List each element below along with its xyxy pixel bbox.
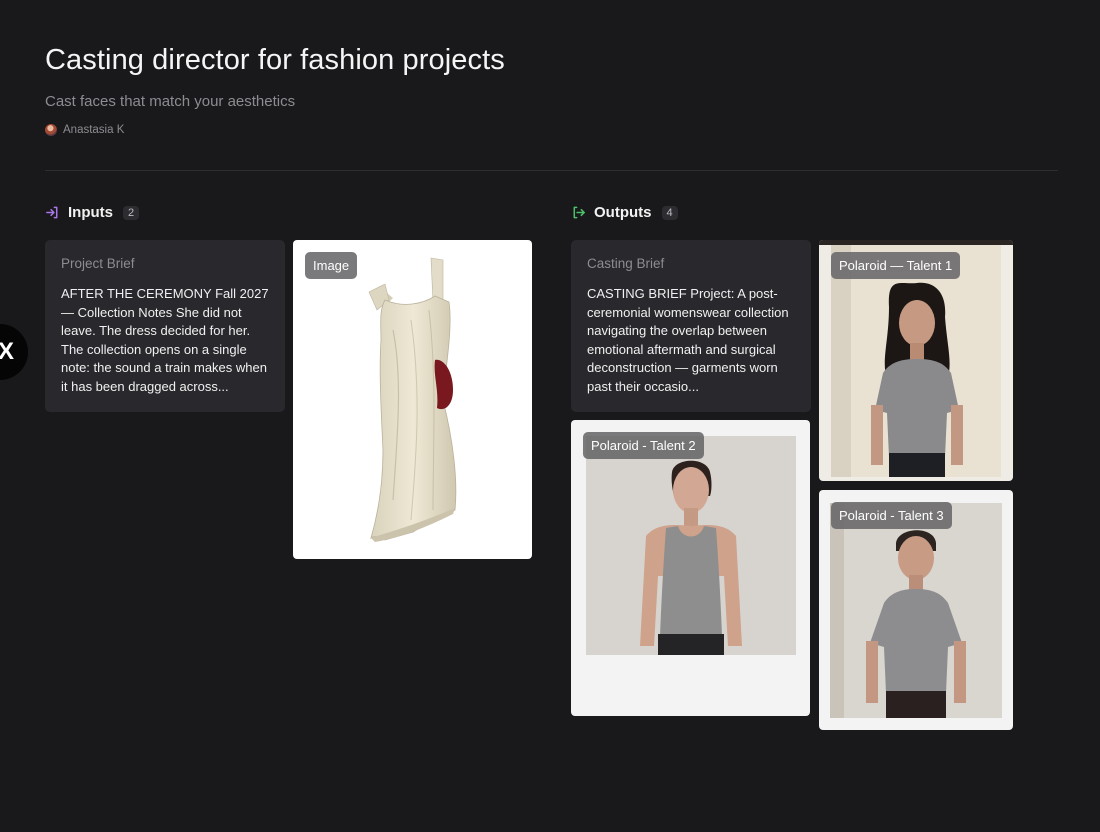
talent-3-photo xyxy=(830,503,1002,718)
dress-image xyxy=(368,257,457,542)
talent-2-card[interactable]: Polaroid - Talent 2 xyxy=(571,420,810,716)
inputs-title: Inputs xyxy=(68,204,113,221)
talent-1-card[interactable]: Polaroid — Talent 1 xyxy=(819,240,1013,481)
author-name: Anastasia K xyxy=(63,124,125,136)
inputs-count-badge: 2 xyxy=(123,205,140,220)
page-subtitle: Cast faces that match your aesthetics xyxy=(45,93,296,110)
image-label-chip: Image xyxy=(305,252,358,279)
page-title: Casting director for fashion projects xyxy=(45,44,505,76)
talent-2-photo xyxy=(586,436,796,655)
side-panel-toggle-button[interactable]: X xyxy=(0,324,28,380)
input-image-card[interactable]: Image xyxy=(293,240,532,559)
card-body-text: AFTER THE CEREMONY Fall 2027 — Collectio… xyxy=(61,286,269,394)
casting-brief-card[interactable]: Casting Brief CASTING BRIEF Project: A p… xyxy=(571,240,811,412)
outputs-title: Outputs xyxy=(594,204,652,221)
card-body-text: CASTING BRIEF Project: A post-ceremonial… xyxy=(587,286,789,394)
avatar xyxy=(45,124,57,136)
divider xyxy=(45,170,1058,171)
talent-2-label-chip: Polaroid - Talent 2 xyxy=(583,432,704,459)
outputs-section-header: Outputs 4 xyxy=(571,204,678,221)
card-label: Casting Brief xyxy=(587,256,665,271)
talent-1-photo xyxy=(831,245,1001,477)
inputs-section-header: Inputs 2 xyxy=(45,204,140,221)
card-label: Project Brief xyxy=(61,256,135,271)
logout-arrow-icon xyxy=(573,206,585,219)
talent-1-label-chip: Polaroid — Talent 1 xyxy=(831,252,961,279)
close-x-icon: X xyxy=(0,338,14,365)
talent-3-label-chip: Polaroid - Talent 3 xyxy=(831,502,952,529)
project-brief-card[interactable]: Project Brief AFTER THE CEREMONY Fall 20… xyxy=(45,240,285,412)
author[interactable]: Anastasia K xyxy=(45,124,124,136)
talent-3-card[interactable]: Polaroid - Talent 3 xyxy=(819,490,1013,730)
outputs-count-badge: 4 xyxy=(661,205,678,220)
login-arrow-icon xyxy=(46,206,58,219)
